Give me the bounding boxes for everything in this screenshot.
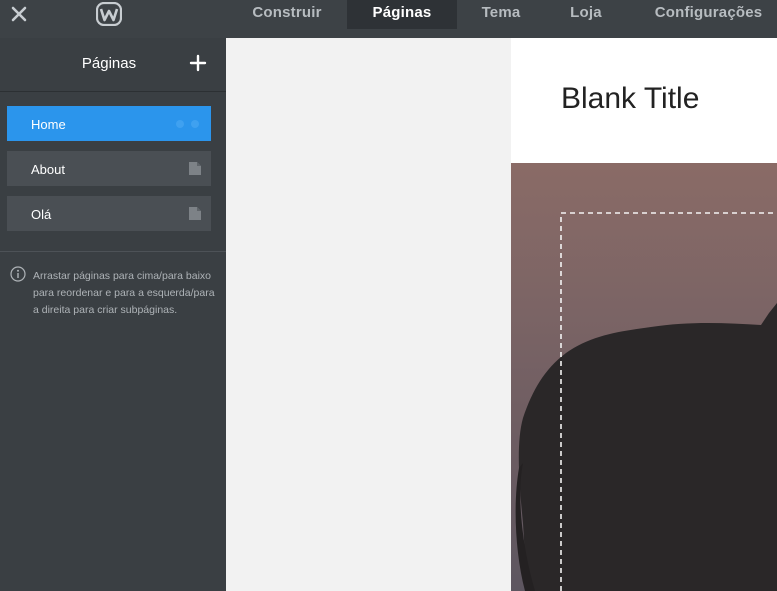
page-item-label: Olá: [31, 207, 52, 222]
hero-image[interactable]: [511, 163, 777, 591]
page-item-ola[interactable]: Olá: [7, 196, 211, 231]
tab-loja[interactable]: Loja: [554, 0, 618, 29]
page-item-about[interactable]: About: [7, 151, 211, 186]
page-item-label: Home: [31, 117, 66, 132]
page-icon: [189, 162, 201, 175]
info-icon: [10, 266, 26, 282]
sidebar-divider: [0, 251, 226, 252]
tab-configuracoes[interactable]: Configurações: [640, 0, 777, 29]
page-title[interactable]: Blank Title: [561, 82, 699, 116]
sidebar-divider: [0, 91, 226, 92]
editor-canvas-margin: [226, 38, 511, 591]
tab-paginas[interactable]: Páginas: [347, 0, 457, 29]
reorder-hint: Arrastar páginas para cima/para baixo pa…: [33, 270, 215, 316]
page-icon: [189, 207, 201, 220]
weebly-logo-icon[interactable]: [95, 1, 123, 27]
top-bar: Construir Páginas Tema Loja Configuraçõe…: [0, 0, 777, 38]
page-header: Blank Title: [511, 38, 777, 163]
plus-icon: [189, 54, 207, 72]
sidebar-title: Páginas: [81, 55, 137, 72]
tab-tema[interactable]: Tema: [466, 0, 536, 29]
page-item-home[interactable]: Home: [7, 106, 211, 141]
tab-construir[interactable]: Construir: [233, 0, 341, 29]
pages-sidebar: Páginas Home About Olá Arrastar páginas …: [0, 38, 226, 591]
page-item-label: About: [31, 162, 65, 177]
page-settings-icon[interactable]: [175, 119, 201, 129]
add-page-button[interactable]: [187, 52, 209, 74]
close-icon[interactable]: [8, 3, 30, 25]
